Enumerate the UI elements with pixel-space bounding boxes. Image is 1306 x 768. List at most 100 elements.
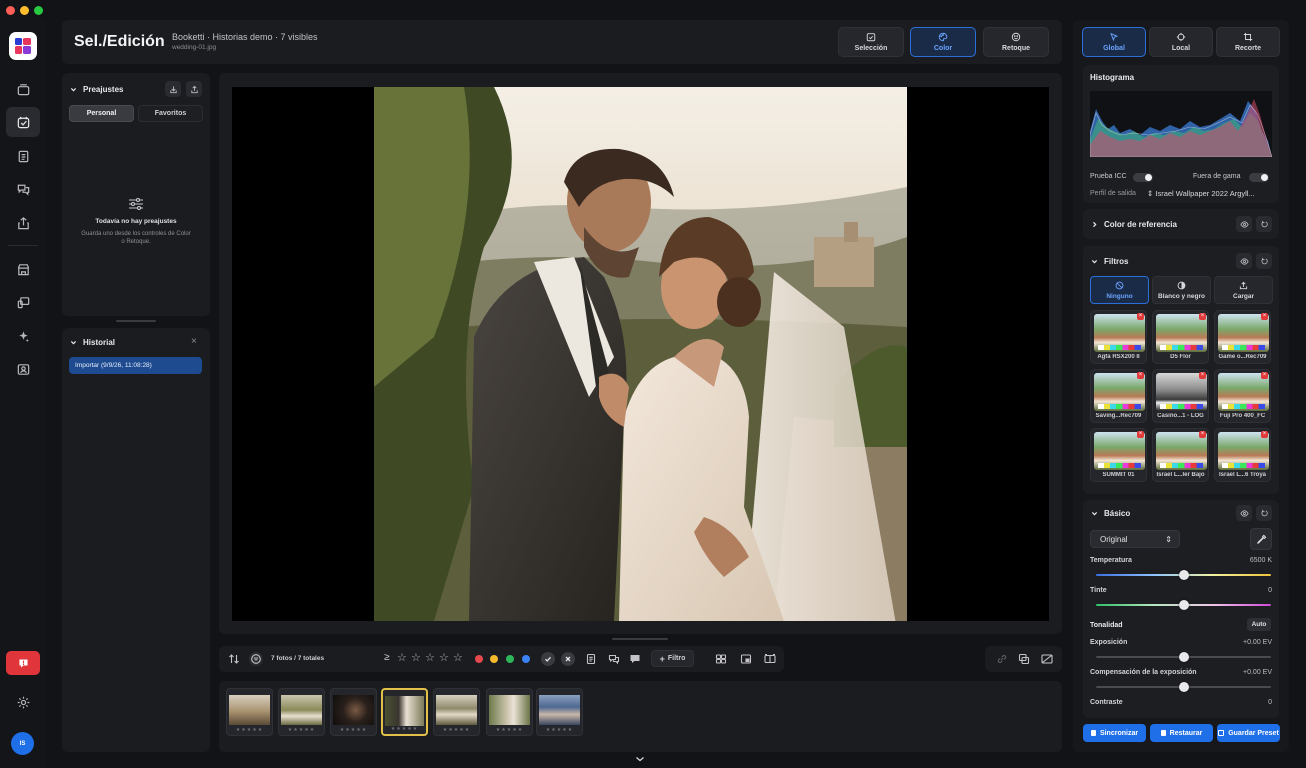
remove-lut-icon[interactable]: × [1137,372,1144,379]
filter-load-button[interactable]: Cargar [1214,276,1273,304]
color-label-blue[interactable] [522,655,530,663]
star-filter-3[interactable]: ☆ [425,652,435,664]
remove-lut-icon[interactable]: × [1199,313,1206,320]
filter-none-button[interactable]: Ninguno [1090,276,1149,304]
lut-card[interactable]: × Game o...Rec709 [1214,310,1271,364]
eyedropper-button[interactable] [1250,528,1272,550]
sort-button[interactable] [227,652,241,666]
rating-operator[interactable]: ≥ [384,652,390,663]
import-preset-button[interactable] [165,81,181,97]
add-filter-button[interactable]: + Filtro [651,650,694,667]
sidebar-item-edit[interactable] [6,107,40,137]
gamut-toggle[interactable] [1249,173,1269,182]
chevron-down-icon[interactable] [635,756,645,762]
film-thumb-6[interactable]: ★★★★★ [486,688,533,736]
compare-view-button[interactable] [763,652,777,666]
minimize-window-button[interactable] [20,6,29,15]
star-filter-4[interactable]: ☆ [439,652,449,664]
remove-lut-icon[interactable]: × [1261,372,1268,379]
film-thumb-2[interactable]: ★★★★★ [278,688,325,736]
sidebar-item-messages[interactable] [6,174,40,204]
presets-header[interactable]: Preajustes [70,85,123,94]
picked-filter-button[interactable] [541,652,555,666]
overlay-button[interactable] [1017,652,1031,666]
tab-global[interactable]: Global [1082,27,1146,57]
sidebar-item-export[interactable] [6,208,40,238]
messages-filter-button[interactable] [628,652,642,666]
remove-lut-icon[interactable]: × [1137,313,1144,320]
loupe-view-button[interactable] [739,652,753,666]
restore-button[interactable]: Restaurar [1150,724,1213,742]
user-avatar[interactable]: IS [11,732,34,755]
film-thumb-7[interactable]: ★★★★★ [536,688,583,736]
mode-selection-button[interactable]: Selección [838,27,904,57]
auto-tone-button[interactable]: Auto [1247,618,1271,631]
grid-view-button[interactable] [714,652,728,666]
before-after-button[interactable] [1040,652,1054,666]
edited-filter-button[interactable] [584,652,598,666]
film-thumb-4-selected[interactable]: ★★★★★ [381,688,428,736]
panel-resize-handle[interactable] [116,320,156,322]
rejected-filter-button[interactable] [561,652,575,666]
tab-favorites[interactable]: Favoritos [138,105,203,122]
film-thumb-1[interactable]: ★★★★★ [226,688,273,736]
color-label-green[interactable] [506,655,514,663]
film-thumb-5[interactable]: ★★★★★ [433,688,480,736]
settings-button[interactable] [6,687,40,717]
film-thumb-3[interactable]: ★★★★★ [330,688,377,736]
lut-card[interactable]: × Casino...1 - LOG [1152,369,1209,423]
history-item[interactable]: Importar (9/9/26, 11:08:28) [69,357,202,374]
tab-crop[interactable]: Recorte [1216,27,1280,57]
lut-card[interactable]: × Fuji Pro 400_FC [1214,369,1271,423]
profile-select[interactable]: Original ⇕ [1090,530,1180,548]
star-filter-1[interactable]: ☆ [397,652,407,664]
output-profile-select[interactable]: ⇕ Israel Wallpaper 2022 Argyll... [1147,189,1255,198]
tab-local[interactable]: Local [1149,27,1213,57]
sidebar-item-documents[interactable] [6,141,40,171]
color-label-red[interactable] [475,655,483,663]
star-filter-5[interactable]: ☆ [453,652,463,664]
viewer-resize-handle[interactable] [612,638,668,640]
comments-filter-button[interactable] [607,652,621,666]
filters-reset-button[interactable] [1256,253,1272,269]
sidebar-item-library[interactable] [6,74,40,104]
basic-reset-button[interactable] [1256,505,1272,521]
sidebar-item-devices[interactable] [6,287,40,317]
filter-circle-button[interactable] [249,652,263,666]
filters-header[interactable]: Filtros [1091,257,1128,266]
close-icon[interactable]: × [191,336,197,347]
reference-color-section[interactable]: Color de referencia [1083,209,1279,239]
close-window-button[interactable] [6,6,15,15]
temperature-slider[interactable] [1178,570,1189,580]
remove-lut-icon[interactable]: × [1199,372,1206,379]
lut-card[interactable]: × Israel L...ler Bajo [1152,428,1209,482]
lut-card[interactable]: × Saving...Rec709 [1090,369,1147,423]
feedback-button[interactable] [6,651,40,675]
filters-visibility-button[interactable] [1236,253,1252,269]
tint-slider[interactable] [1178,600,1189,610]
remove-lut-icon[interactable]: × [1261,313,1268,320]
mode-retouch-button[interactable]: Retoque [983,27,1049,57]
remove-lut-icon[interactable]: × [1137,431,1144,438]
remove-lut-icon[interactable]: × [1261,431,1268,438]
star-filter-2[interactable]: ☆ [411,652,421,664]
main-photo[interactable] [374,87,907,621]
lut-card[interactable]: × SUMMIT 01 [1090,428,1147,482]
sidebar-item-ai[interactable] [6,321,40,351]
sync-button[interactable]: Sincronizar [1083,724,1146,742]
basic-header[interactable]: Básico [1091,509,1130,518]
lut-card[interactable]: × Agfa RSX200 II [1090,310,1147,364]
save-preset-button[interactable]: Guardar Preset [1217,724,1280,742]
exposure-compensation-slider[interactable] [1178,682,1189,692]
link-button[interactable] [995,652,1009,666]
tab-personal[interactable]: Personal [69,105,134,122]
lut-card[interactable]: × D5 Flor [1152,310,1209,364]
lut-card[interactable]: × Israel L...6 Troya [1214,428,1271,482]
history-header[interactable]: Historial [70,338,115,347]
remove-lut-icon[interactable]: × [1199,431,1206,438]
basic-visibility-button[interactable] [1236,505,1252,521]
sidebar-item-store[interactable] [6,254,40,284]
reference-visibility-button[interactable] [1236,216,1252,232]
icc-toggle[interactable] [1133,173,1153,182]
zoom-window-button[interactable] [34,6,43,15]
